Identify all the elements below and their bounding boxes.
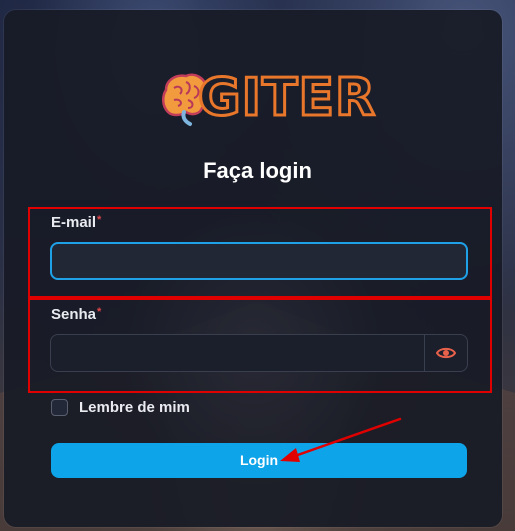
- login-button[interactable]: Login: [51, 443, 467, 478]
- remember-me-checkbox[interactable]: [51, 399, 68, 416]
- giter-logo: GITER: [158, 64, 377, 136]
- password-label: Senha*: [51, 306, 101, 323]
- email-input[interactable]: [50, 242, 468, 280]
- email-label: E-mail*: [51, 214, 101, 231]
- password-required-mark: *: [97, 306, 102, 318]
- page-title: Faça login: [203, 158, 312, 183]
- email-label-text: E-mail: [51, 214, 97, 231]
- remember-me-label[interactable]: Lembre de mim: [79, 399, 190, 416]
- password-input[interactable]: [50, 334, 468, 372]
- email-required-mark: *: [97, 214, 102, 226]
- password-label-text: Senha: [51, 306, 97, 323]
- eye-icon: [436, 347, 456, 359]
- logo-text: GITER: [196, 67, 377, 130]
- show-password-button[interactable]: [424, 335, 467, 371]
